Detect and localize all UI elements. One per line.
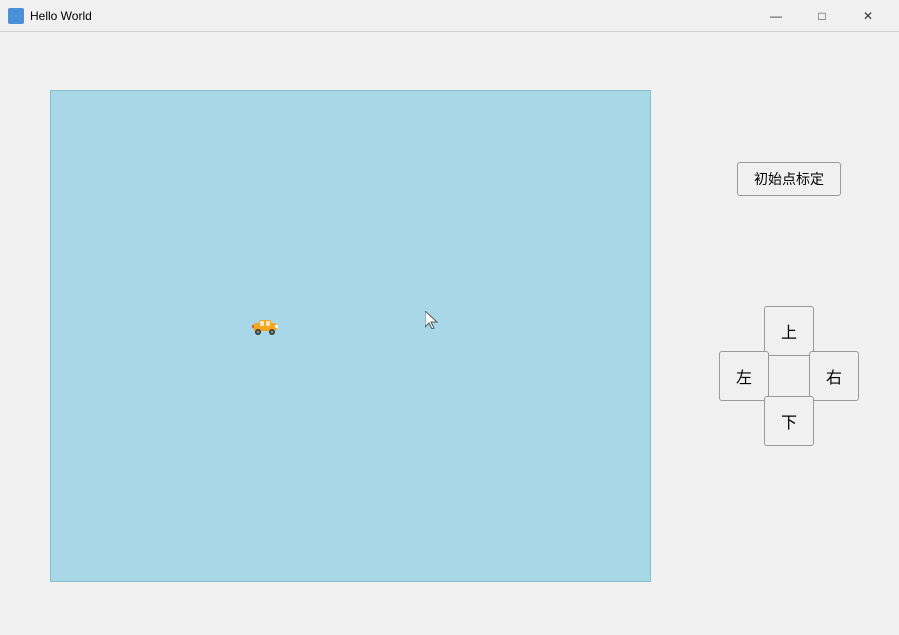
maximize-button[interactable]: □ (799, 0, 845, 32)
mouse-cursor (425, 311, 439, 329)
app-icon (8, 8, 24, 24)
controls-panel: 初始点标定 上 左 右 下 (709, 32, 869, 635)
main-content: 初始点标定 上 左 右 下 (0, 32, 899, 635)
window-controls: — □ ✕ (753, 0, 891, 32)
direction-pad: 上 左 右 下 (719, 306, 859, 446)
close-button[interactable]: ✕ (845, 0, 891, 32)
up-button[interactable]: 上 (764, 306, 814, 356)
car-sprite (251, 319, 279, 335)
init-button[interactable]: 初始点标定 (737, 162, 841, 196)
right-button[interactable]: 右 (809, 351, 859, 401)
window-title: Hello World (30, 9, 753, 23)
game-canvas[interactable] (50, 90, 651, 582)
title-bar: Hello World — □ ✕ (0, 0, 899, 32)
down-button[interactable]: 下 (764, 396, 814, 446)
left-button[interactable]: 左 (719, 351, 769, 401)
minimize-button[interactable]: — (753, 0, 799, 32)
